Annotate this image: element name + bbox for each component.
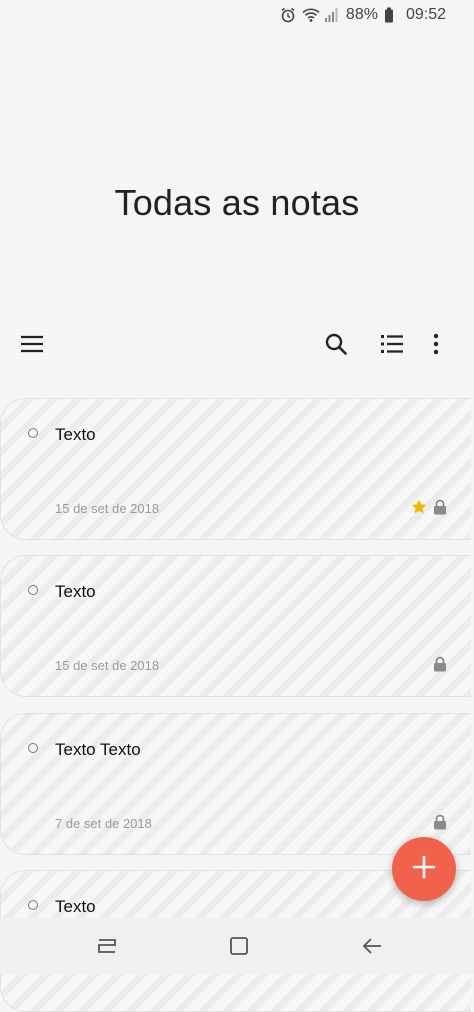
plus-icon: [412, 855, 436, 884]
note-title: Texto: [55, 897, 96, 916]
note-title: Texto: [55, 425, 96, 444]
navigation-bar: [0, 918, 474, 974]
home-icon[interactable]: [225, 932, 253, 960]
signal-icon: [324, 7, 340, 23]
note-card[interactable]: Texto 15 de set de 2018: [0, 398, 471, 540]
note-card[interactable]: Texto 15 de set de 2018: [0, 555, 471, 697]
note-title: Texto Texto: [55, 740, 141, 759]
alarm-icon: [280, 7, 296, 23]
star-icon: [411, 499, 427, 520]
clock: 09:52: [405, 6, 446, 23]
note-icons: [433, 814, 447, 835]
recent-apps-icon[interactable]: [93, 932, 121, 960]
note-date: 15 de set de 2018: [55, 501, 160, 516]
lock-icon: [433, 499, 447, 520]
search-icon[interactable]: [320, 328, 352, 360]
select-radio[interactable]: [28, 585, 38, 595]
select-radio[interactable]: [28, 743, 38, 753]
battery-percentage: 88%: [345, 6, 378, 23]
menu-icon[interactable]: [16, 328, 48, 360]
select-radio[interactable]: [28, 900, 38, 910]
toolbar: [0, 322, 474, 366]
list-view-icon[interactable]: [376, 328, 408, 360]
wifi-icon: [302, 7, 320, 23]
battery-icon: [384, 7, 400, 23]
status-bar: 88% 09:52: [0, 0, 474, 30]
note-date: 7 de set de 2018: [55, 816, 152, 831]
note-title: Texto: [55, 582, 96, 601]
lock-icon: [433, 656, 447, 677]
add-note-button[interactable]: [392, 837, 456, 901]
note-date: 15 de set de 2018: [55, 658, 160, 673]
note-card[interactable]: Texto Texto 7 de set de 2018: [0, 713, 471, 855]
lock-icon: [433, 814, 447, 835]
note-icons: [411, 499, 447, 520]
select-radio[interactable]: [28, 428, 38, 438]
back-icon[interactable]: [358, 932, 386, 960]
more-options-icon[interactable]: [420, 328, 452, 360]
page-title: Todas as notas: [114, 182, 360, 223]
note-icons: [433, 656, 447, 677]
